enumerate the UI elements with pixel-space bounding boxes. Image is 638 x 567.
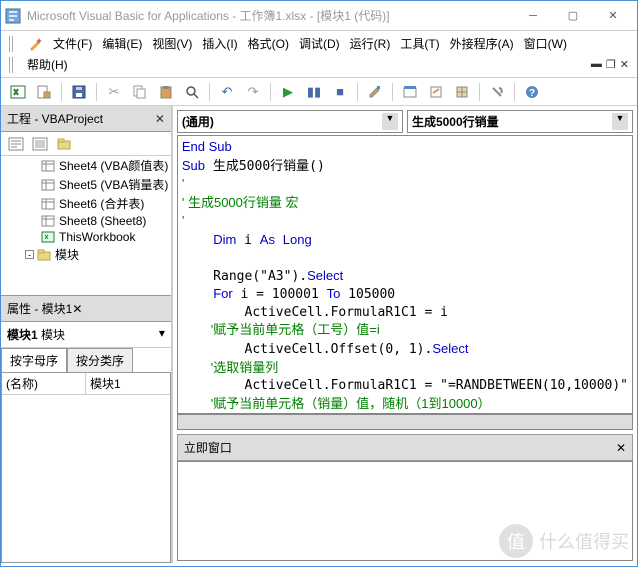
- watermark: 值 什么值得买: [499, 524, 629, 558]
- paste-icon[interactable]: [155, 81, 177, 103]
- save-icon[interactable]: [68, 81, 90, 103]
- tree-item-sheet[interactable]: Sheet5 (VBA销量表): [1, 175, 171, 194]
- properties-grid[interactable]: (名称) 模块1: [1, 372, 171, 563]
- tab-alphabetic[interactable]: 按字母序: [1, 348, 67, 372]
- window-titlebar: Microsoft Visual Basic for Applications …: [1, 1, 637, 31]
- run-icon[interactable]: ▶: [277, 81, 299, 103]
- view-code-icon[interactable]: [5, 133, 27, 155]
- menu-file[interactable]: 文件(F): [53, 35, 92, 52]
- project-explorer-header: 工程 - VBAProject ✕: [1, 106, 171, 132]
- menu-view[interactable]: 视图(V): [152, 35, 192, 52]
- project-toolbar: [1, 132, 171, 156]
- horizontal-scrollbar[interactable]: [177, 414, 633, 430]
- menu-debug[interactable]: 调试(D): [299, 35, 340, 52]
- close-button[interactable]: ✕: [593, 2, 633, 30]
- maximize-button[interactable]: ▢: [553, 2, 593, 30]
- properties-object[interactable]: 模块1 模块▾: [1, 322, 171, 348]
- chevron-down-icon[interactable]: ▼: [382, 113, 398, 130]
- watermark-icon: 值: [499, 524, 533, 558]
- toggle-folders-icon[interactable]: [53, 133, 75, 155]
- cut-icon[interactable]: ✂: [103, 81, 125, 103]
- tree-item-sheet[interactable]: Sheet4 (VBA颜值表): [1, 156, 171, 175]
- project-tree[interactable]: Sheet4 (VBA颜值表) Sheet5 (VBA销量表) Sheet6 (…: [1, 156, 171, 296]
- close-icon[interactable]: ✕: [616, 441, 626, 455]
- tree-item-sheet[interactable]: Sheet6 (合并表): [1, 194, 171, 213]
- menu-bar: 文件(F) 编辑(E) 视图(V) 插入(I) 格式(O) 调试(D) 运行(R…: [1, 31, 637, 78]
- object-browser-icon[interactable]: [451, 81, 473, 103]
- left-panel: 工程 - VBAProject ✕ Sheet4 (VBA颜值表) Sheet5…: [1, 106, 173, 563]
- chevron-down-icon[interactable]: ▼: [612, 113, 628, 130]
- mdi-close-button[interactable]: ✕: [620, 58, 629, 71]
- help-icon[interactable]: ?: [521, 81, 543, 103]
- object-dropdown[interactable]: (通用)▼: [177, 110, 403, 133]
- menu-edit[interactable]: 编辑(E): [102, 35, 142, 52]
- properties-tabs: 按字母序 按分类序: [1, 348, 171, 372]
- project-explorer-icon[interactable]: [399, 81, 421, 103]
- magic-wand-icon[interactable]: [27, 36, 43, 52]
- menu-insert[interactable]: 插入(I): [202, 35, 237, 52]
- minimize-button[interactable]: ─: [513, 2, 553, 30]
- redo-icon[interactable]: ↷: [242, 81, 264, 103]
- menu-format[interactable]: 格式(O): [248, 35, 289, 52]
- mdi-minimize-button[interactable]: ▬: [591, 58, 602, 71]
- code-editor[interactable]: End Sub Sub 生成5000行销量() ' ' 生成5000行销量 宏 …: [177, 135, 633, 414]
- tree-item-workbook[interactable]: ThisWorkbook: [1, 229, 171, 245]
- tree-folder-modules[interactable]: -模块: [1, 245, 171, 264]
- find-icon[interactable]: [181, 81, 203, 103]
- properties-title: 属性 - 模块1: [7, 300, 72, 317]
- drag-handle[interactable]: [9, 36, 13, 52]
- window-title: Microsoft Visual Basic for Applications …: [27, 7, 513, 24]
- properties-window-icon[interactable]: [425, 81, 447, 103]
- immediate-window-header: 立即窗口 ✕: [177, 434, 633, 461]
- drag-handle[interactable]: [9, 57, 13, 73]
- menu-addins[interactable]: 外接程序(A): [450, 35, 514, 52]
- menu-help[interactable]: 帮助(H): [27, 56, 68, 73]
- main-toolbar: ✂ ↶ ↷ ▶ ▮▮ ■ ?: [1, 78, 637, 106]
- properties-panel-header: 属性 - 模块1 ✕: [1, 296, 171, 322]
- tab-categorized[interactable]: 按分类序: [67, 348, 133, 372]
- project-explorer-title: 工程 - VBAProject: [7, 110, 103, 127]
- tree-item-sheet[interactable]: Sheet8 (Sheet8): [1, 213, 171, 229]
- toolbox-icon[interactable]: [486, 81, 508, 103]
- property-row: (名称) 模块1: [2, 373, 170, 395]
- mdi-restore-button[interactable]: ❐: [606, 58, 616, 71]
- menu-window[interactable]: 窗口(W): [524, 35, 567, 52]
- code-panel: (通用)▼ 生成5000行销量▼ End Sub Sub 生成5000行销量()…: [173, 106, 637, 563]
- insert-module-icon[interactable]: [33, 81, 55, 103]
- svg-text:?: ?: [529, 88, 535, 99]
- view-object-icon[interactable]: [29, 133, 51, 155]
- menu-run[interactable]: 运行(R): [350, 35, 391, 52]
- menu-tools[interactable]: 工具(T): [400, 35, 439, 52]
- undo-icon[interactable]: ↶: [216, 81, 238, 103]
- copy-icon[interactable]: [129, 81, 151, 103]
- close-icon[interactable]: ✕: [155, 112, 165, 126]
- procedure-dropdown[interactable]: 生成5000行销量▼: [407, 110, 633, 133]
- design-mode-icon[interactable]: [364, 81, 386, 103]
- break-icon[interactable]: ▮▮: [303, 81, 325, 103]
- reset-icon[interactable]: ■: [329, 81, 351, 103]
- close-icon[interactable]: ✕: [72, 302, 82, 316]
- vba-app-icon: [5, 8, 21, 24]
- immediate-title: 立即窗口: [184, 439, 232, 456]
- view-excel-icon[interactable]: [7, 81, 29, 103]
